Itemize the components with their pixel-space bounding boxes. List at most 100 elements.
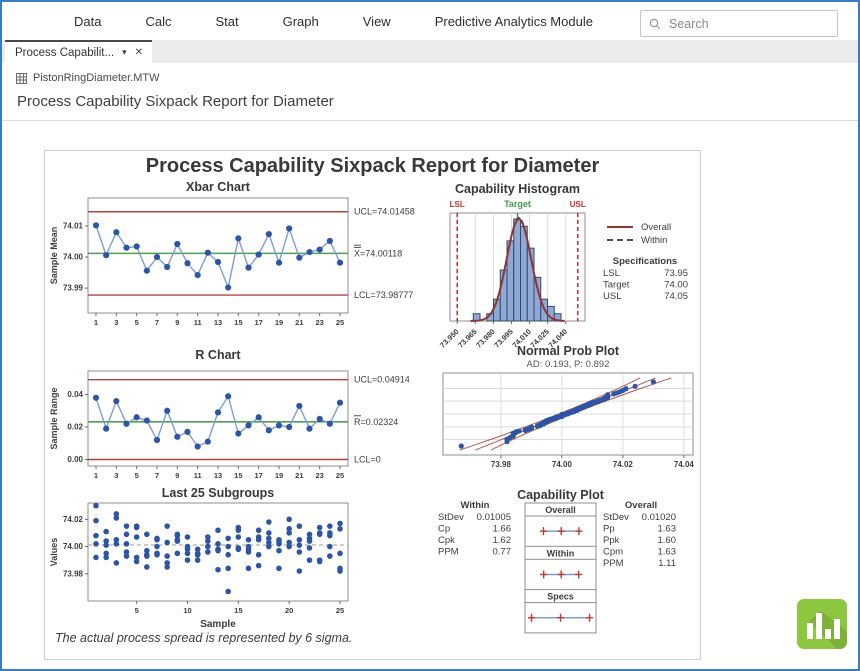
- svg-text:Specs: Specs: [547, 592, 574, 602]
- svg-text:UCL=0.04914: UCL=0.04914: [354, 375, 410, 385]
- svg-text:1.66: 1.66: [493, 524, 512, 535]
- svg-text:Within: Within: [547, 548, 574, 558]
- svg-text:0.04: 0.04: [67, 390, 83, 399]
- svg-text:Last 25 Subgroups: Last 25 Subgroups: [162, 487, 275, 500]
- svg-text:74.00: 74.00: [63, 542, 84, 551]
- svg-text:Capability Plot: Capability Plot: [517, 488, 605, 502]
- svg-text:Overall: Overall: [545, 505, 576, 515]
- svg-text:13: 13: [214, 471, 222, 480]
- svg-text:23: 23: [315, 471, 323, 480]
- close-icon[interactable]: ✕: [135, 48, 143, 58]
- svg-text:Sample Mean: Sample Mean: [49, 227, 59, 285]
- svg-text:PPM: PPM: [438, 547, 459, 558]
- svg-text:10: 10: [183, 606, 191, 615]
- report-footnote: The actual process spread is represented…: [55, 631, 352, 645]
- svg-text:19: 19: [275, 318, 283, 327]
- svg-text:74.01: 74.01: [63, 221, 84, 230]
- svg-text:Values: Values: [49, 538, 59, 567]
- svg-text:11: 11: [194, 471, 202, 480]
- svg-text:21: 21: [295, 471, 303, 480]
- svg-text:15: 15: [234, 606, 242, 615]
- worksheet-row[interactable]: PistonRingDiameter.MTW: [16, 72, 858, 84]
- r-chart[interactable]: R ChartSample Range0.000.020.04135791113…: [45, 347, 465, 483]
- tab-label: Process Capabilit...: [15, 47, 114, 59]
- svg-text:0.77: 0.77: [493, 547, 512, 558]
- svg-text:21: 21: [295, 318, 303, 327]
- svg-text:R Chart: R Chart: [195, 348, 241, 362]
- svg-text:1.63: 1.63: [658, 524, 677, 535]
- svg-text:Cpk: Cpk: [438, 535, 455, 546]
- svg-text:1.60: 1.60: [658, 535, 677, 546]
- capability-plot-chart[interactable]: Capability PlotOverallWithinSpecsWithinS…: [431, 487, 701, 637]
- svg-text:UCL=74.01458: UCL=74.01458: [354, 207, 415, 217]
- menu-item-data[interactable]: Data: [52, 14, 123, 29]
- last-25-subgroups-chart[interactable]: Last 25 SubgroupsValues73.9874.0074.0251…: [45, 487, 465, 637]
- menu-item-calc[interactable]: Calc: [123, 14, 193, 29]
- svg-text:15: 15: [234, 318, 242, 327]
- svg-text:AD: 0.193, P: 0.892: AD: 0.193, P: 0.892: [527, 359, 610, 370]
- svg-text:25: 25: [336, 606, 344, 615]
- search-input[interactable]: [667, 16, 837, 32]
- chevron-down-icon[interactable]: ▾: [122, 48, 127, 57]
- svg-text:Xbar Chart: Xbar Chart: [186, 180, 251, 194]
- svg-text:Pp: Pp: [603, 524, 615, 535]
- report-panel: Process Capability Sixpack Report for Di…: [44, 150, 701, 660]
- svg-text:74.00: 74.00: [552, 460, 573, 469]
- svg-text:Target: Target: [504, 199, 531, 209]
- svg-text:Overall: Overall: [641, 222, 671, 233]
- svg-text:74.04: 74.04: [674, 460, 695, 469]
- svg-text:3: 3: [114, 471, 118, 480]
- svg-text:9: 9: [175, 471, 179, 480]
- svg-text:LSL: LSL: [450, 200, 465, 209]
- svg-text:74.02: 74.02: [613, 460, 634, 469]
- worksheet-name: PistonRingDiameter.MTW: [33, 72, 160, 84]
- svg-text:Specifications: Specifications: [613, 256, 677, 267]
- svg-text:5: 5: [135, 318, 139, 327]
- svg-text:73.99: 73.99: [63, 284, 84, 293]
- svg-text:5: 5: [135, 471, 139, 480]
- svg-text:20: 20: [285, 606, 293, 615]
- svg-text:Cp: Cp: [438, 524, 450, 535]
- svg-text:Capability Histogram: Capability Histogram: [455, 182, 580, 196]
- svg-text:5: 5: [135, 606, 139, 615]
- svg-text:LCL=0: LCL=0: [354, 455, 381, 465]
- svg-text:9: 9: [175, 318, 179, 327]
- xbar-chart[interactable]: Xbar Chart Sample Mean 73.99 74.00 74.01 13 5 7…: [45, 179, 465, 339]
- tab-strip: Process Capabilit... ▾ ✕: [2, 40, 858, 63]
- bar-chart-icon: [797, 599, 847, 649]
- divider: [2, 120, 858, 121]
- menu-item-view[interactable]: View: [341, 14, 413, 29]
- svg-text:USL: USL: [570, 200, 586, 209]
- svg-text:Normal Prob Plot: Normal Prob Plot: [517, 344, 620, 358]
- svg-text:Target: Target: [603, 280, 630, 291]
- svg-text:Sample Range: Sample Range: [49, 387, 59, 449]
- svg-text:73.95: 73.95: [664, 268, 688, 279]
- search-box[interactable]: [640, 10, 838, 37]
- svg-text:1.62: 1.62: [493, 535, 512, 546]
- svg-text:Cpm: Cpm: [603, 547, 623, 558]
- svg-text:Within: Within: [461, 500, 490, 511]
- svg-text:StDev: StDev: [438, 512, 464, 523]
- svg-text:1: 1: [94, 471, 98, 480]
- svg-text:17: 17: [254, 318, 262, 327]
- svg-text:USL: USL: [603, 291, 621, 302]
- svg-text:13: 13: [214, 318, 222, 327]
- svg-text:7: 7: [155, 318, 159, 327]
- capability-histogram-chart[interactable]: Capability HistogramLSLTargetUSL73.95073…: [435, 181, 700, 356]
- menu-item-predictive-analytics-module[interactable]: Predictive Analytics Module: [413, 14, 615, 29]
- svg-text:73.98: 73.98: [63, 569, 84, 578]
- svg-text:0.01005: 0.01005: [477, 512, 511, 523]
- search-icon: [649, 18, 661, 30]
- minitab-logo-icon: [797, 599, 847, 649]
- svg-text:74.05: 74.05: [664, 291, 688, 302]
- svg-text:1: 1: [94, 318, 98, 327]
- normal-prob-plot-chart[interactable]: Normal Prob PlotAD: 0.193, P: 0.89273.98…: [435, 343, 700, 485]
- svg-text:PPM: PPM: [603, 558, 624, 569]
- menu-item-graph[interactable]: Graph: [261, 14, 341, 29]
- svg-text:0.02: 0.02: [67, 423, 83, 432]
- menu-item-stat[interactable]: Stat: [193, 14, 260, 29]
- svg-text:74.00: 74.00: [63, 253, 84, 262]
- svg-text:StDev: StDev: [603, 512, 629, 523]
- tab-process-capability[interactable]: Process Capabilit... ▾ ✕: [5, 40, 152, 63]
- svg-text:Sample: Sample: [200, 619, 236, 630]
